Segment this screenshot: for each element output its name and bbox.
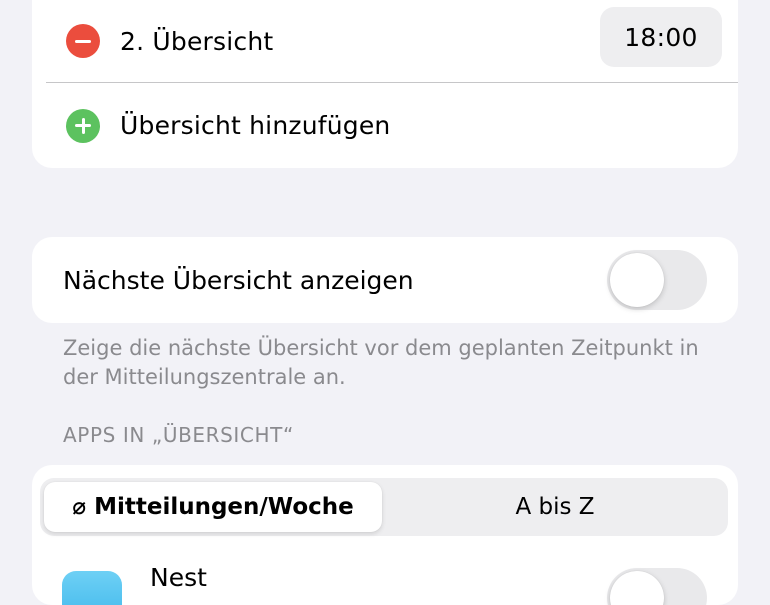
next-summary-card: Nächste Übersicht anzeigen [32,237,738,323]
next-summary-label: Nächste Übersicht anzeigen [63,265,414,295]
sort-segment-alphabetical[interactable]: A bis Z [386,482,724,532]
toggle-knob [610,571,664,605]
summary-row: 2. Übersicht 18:00 [32,0,738,82]
nest-app-icon [62,571,122,605]
sort-segmented-control: ⌀ Mitteilungen/Woche A bis Z [40,478,728,536]
add-summary-label[interactable]: Übersicht hinzufügen [120,111,390,140]
apps-section-header: APPS IN „ÜBERSICHT“ [63,423,294,447]
summary-label: 2. Übersicht [120,26,274,56]
apps-card: ⌀ Mitteilungen/Woche A bis Z Nest [32,465,738,605]
next-summary-toggle[interactable] [607,250,707,310]
add-summary-row[interactable]: Übersicht hinzufügen [32,83,738,168]
summary-schedule-card: 2. Übersicht 18:00 Übersicht hinzufügen [32,0,738,168]
summary-time-button[interactable]: 18:00 [600,7,722,67]
add-circle-icon[interactable] [66,108,100,143]
next-summary-footnote: Zeige die nächste Übersicht vor dem gepl… [63,336,699,389]
sort-segment-notifications-week[interactable]: ⌀ Mitteilungen/Woche [44,482,382,532]
toggle-knob [610,253,664,307]
app-toggle[interactable] [607,568,707,605]
remove-circle-icon[interactable] [66,24,100,58]
